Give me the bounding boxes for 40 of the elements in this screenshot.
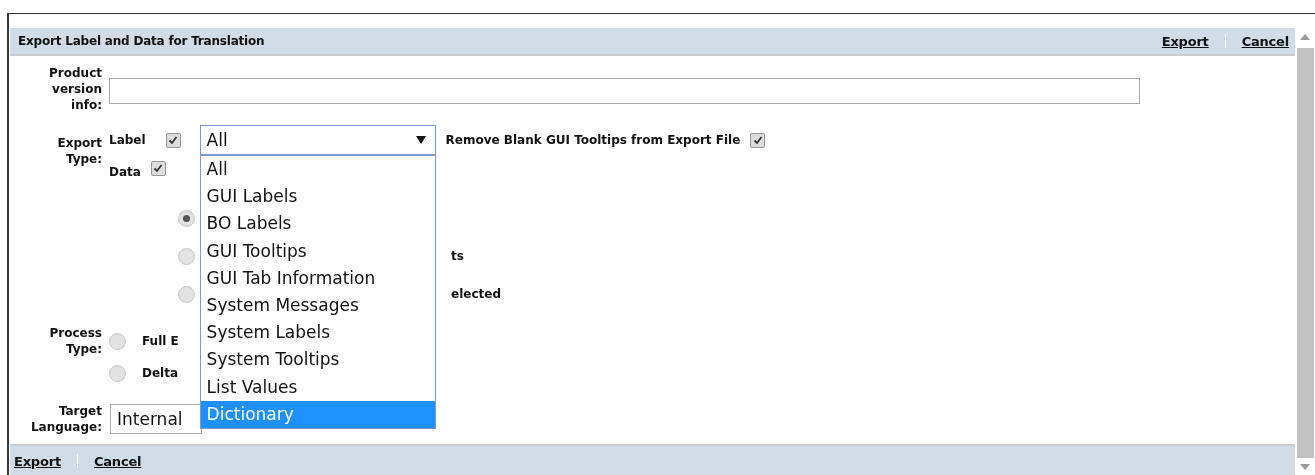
link[interactable]: Export — [14, 453, 61, 469]
dropdown[interactable]: All — [199, 125, 436, 155]
dropdown-option[interactable]: System Tooltips — [200, 346, 435, 374]
radio-button[interactable] — [109, 364, 126, 382]
dropdown[interactable]: Internal — [110, 404, 202, 434]
radio-button[interactable] — [178, 285, 195, 303]
dropdown-option[interactable]: List Values — [200, 373, 435, 401]
option-label: Full E — [142, 334, 179, 348]
option-label: Data — [109, 165, 141, 179]
dropdown-option[interactable]: GUI Tooltips — [200, 237, 435, 265]
dropdown-option[interactable]: System Messages — [200, 292, 435, 320]
option-label: Remove Blank GUI Tooltips from Export File — [445, 133, 741, 147]
checkbox[interactable] — [750, 132, 766, 148]
option-label: Label — [109, 133, 146, 147]
scroll-thumb[interactable] — [1296, 48, 1314, 458]
dropdown-option[interactable]: BO Labels — [200, 210, 435, 238]
dropdown-option[interactable]: GUI Labels — [200, 183, 435, 211]
link[interactable]: Cancel — [1241, 33, 1289, 49]
dropdown-option[interactable]: GUI Tab Information — [200, 264, 435, 292]
radio-button[interactable] — [109, 332, 126, 350]
panel-title: Export Label and Data for Translation — [18, 34, 265, 48]
field-label: Product version info: — [48, 65, 103, 113]
option-label: ts — [451, 249, 464, 263]
option-label: elected — [451, 287, 501, 301]
link[interactable]: Cancel — [93, 453, 142, 469]
checkbox[interactable] — [150, 160, 166, 176]
radio-button[interactable] — [178, 247, 195, 265]
field-label: Export Type: — [56, 135, 103, 168]
dropdown-option[interactable]: All — [200, 156, 435, 184]
input-field[interactable] — [109, 78, 1140, 104]
dropdown-option[interactable]: System Labels — [200, 319, 435, 347]
radio-button[interactable] — [178, 209, 195, 227]
scroll-down-icon[interactable] — [1300, 464, 1310, 470]
checkbox[interactable] — [165, 132, 181, 148]
option-label: Delta — [142, 366, 179, 380]
scroll-up-icon[interactable] — [1300, 34, 1310, 40]
link[interactable]: Export — [1161, 33, 1209, 49]
caret-icon — [415, 136, 426, 144]
field-label: Process Type: — [48, 325, 103, 358]
field-label: Target Language: — [29, 403, 103, 435]
